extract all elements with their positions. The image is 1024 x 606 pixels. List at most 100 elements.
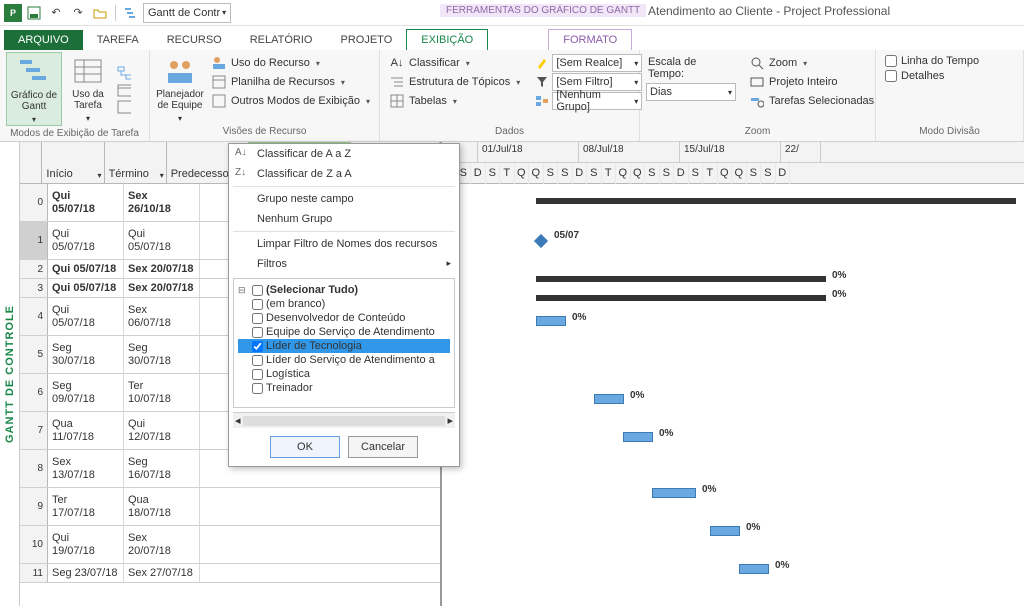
summary-bar[interactable] bbox=[536, 276, 826, 282]
timeline-checkbox[interactable]: Linha do Tempo bbox=[882, 54, 982, 68]
horizontal-scrollbar[interactable]: ◂▸ bbox=[233, 412, 455, 428]
cell-inicio[interactable]: Seg09/07/18 bbox=[48, 374, 124, 411]
row-header[interactable]: 0 bbox=[20, 184, 48, 221]
cell-termino[interactable]: Sex 20/07/18 bbox=[124, 279, 200, 297]
folder-icon[interactable] bbox=[90, 3, 110, 23]
view-dropdown[interactable]: Gantt de Contr▾ bbox=[143, 3, 231, 23]
more-icon[interactable] bbox=[114, 99, 134, 115]
resource-sheet-button[interactable]: Planilha de Recursos▾ bbox=[208, 73, 373, 91]
summary-bar[interactable] bbox=[536, 198, 1016, 204]
cell-inicio[interactable]: Seg 23/07/18 bbox=[48, 564, 124, 582]
row-header[interactable]: 2 bbox=[20, 260, 48, 278]
calendar-icon[interactable] bbox=[114, 82, 134, 98]
row-header[interactable]: 4 bbox=[20, 298, 48, 335]
sort-za[interactable]: Z↓Classificar de Z a A bbox=[229, 164, 459, 184]
row-header[interactable]: 9 bbox=[20, 488, 48, 525]
outline-button[interactable]: Estrutura de Tópicos▾ bbox=[386, 73, 523, 91]
cell-inicio[interactable]: Qua11/07/18 bbox=[48, 412, 124, 449]
filter-item[interactable]: Logística bbox=[238, 367, 450, 381]
undo-icon[interactable]: ↶ bbox=[46, 3, 66, 23]
gantt-chart-button[interactable]: Gráfico de Gantt▾ bbox=[6, 52, 62, 126]
tab-formato[interactable]: FORMATO bbox=[548, 29, 632, 50]
table-row[interactable]: 11Seg 23/07/18Sex 27/07/18 bbox=[20, 564, 440, 583]
group-dropdown[interactable]: [Nenhum Grupo]▾ bbox=[552, 92, 642, 110]
row-header[interactable]: 8 bbox=[20, 450, 48, 487]
cell-inicio[interactable]: Sex13/07/18 bbox=[48, 450, 124, 487]
milestone[interactable] bbox=[534, 234, 548, 248]
cell-termino[interactable]: Qui05/07/18 bbox=[124, 222, 200, 259]
sort-button[interactable]: A↓Classificar▾ bbox=[386, 54, 523, 72]
resource-usage-button[interactable]: Uso do Recurso▾ bbox=[208, 54, 373, 72]
table-row[interactable]: 10Qui19/07/18Sex20/07/18 bbox=[20, 526, 440, 564]
cell-termino[interactable]: Seg16/07/18 bbox=[124, 450, 200, 487]
cell-termino[interactable]: Seg30/07/18 bbox=[124, 336, 200, 373]
highlight-dropdown[interactable]: [Sem Realce]▾ bbox=[552, 54, 642, 72]
details-checkbox[interactable]: Detalhes bbox=[882, 69, 982, 83]
other-views-button[interactable]: Outros Modos de Exibição▾ bbox=[208, 92, 373, 110]
zoom-button[interactable]: Zoom▾ bbox=[746, 54, 877, 72]
task-bar[interactable] bbox=[536, 316, 566, 326]
gantt-mini-icon[interactable] bbox=[121, 3, 141, 23]
filter-item[interactable]: (em branco) bbox=[238, 297, 450, 311]
view-tab-vertical[interactable]: GANTT DE CONTROLE bbox=[0, 142, 20, 606]
filter-item[interactable]: Treinador bbox=[238, 381, 450, 395]
tab-relatorio[interactable]: RELATÓRIO bbox=[236, 30, 327, 50]
cell-inicio[interactable]: Qui19/07/18 bbox=[48, 526, 124, 563]
tab-exibicao[interactable]: EXIBIÇÃO bbox=[406, 29, 488, 50]
cell-termino[interactable]: Qua18/07/18 bbox=[124, 488, 200, 525]
selected-tasks-button[interactable]: Tarefas Selecionadas bbox=[746, 92, 877, 110]
filters-submenu[interactable]: Filtros▸ bbox=[229, 254, 459, 274]
row-header[interactable]: 1 bbox=[20, 222, 48, 259]
filter-item[interactable]: ⊟(Selecionar Tudo) bbox=[238, 283, 450, 297]
table-row[interactable]: 9Ter17/07/18Qua18/07/18 bbox=[20, 488, 440, 526]
filter-item[interactable]: Equipe do Serviço de Atendimento bbox=[238, 325, 450, 339]
cell-inicio[interactable]: Seg30/07/18 bbox=[48, 336, 124, 373]
summary-bar[interactable] bbox=[536, 295, 826, 301]
tab-projeto[interactable]: PROJETO bbox=[327, 30, 407, 50]
filter-tree[interactable]: ⊟(Selecionar Tudo)(em branco)Desenvolved… bbox=[233, 278, 455, 408]
cell-inicio[interactable]: Qui05/07/18 bbox=[48, 184, 124, 221]
task-bar[interactable] bbox=[739, 564, 769, 574]
cell-termino[interactable]: Sex20/07/18 bbox=[124, 526, 200, 563]
tab-tarefa[interactable]: TAREFA bbox=[83, 30, 153, 50]
row-header[interactable]: 11 bbox=[20, 564, 48, 582]
filter-item[interactable]: Líder do Serviço de Atendimento a bbox=[238, 353, 450, 367]
sort-az[interactable]: A↓Classificar de A a Z bbox=[229, 144, 459, 164]
row-header[interactable]: 3 bbox=[20, 279, 48, 297]
task-usage-button[interactable]: Uso da Tarefa▾ bbox=[66, 52, 110, 126]
cell-termino[interactable]: Sex 20/07/18 bbox=[124, 260, 200, 278]
filter-item[interactable]: Desenvolvedor de Conteúdo bbox=[238, 311, 450, 325]
cell-inicio[interactable]: Ter17/07/18 bbox=[48, 488, 124, 525]
row-header[interactable]: 10 bbox=[20, 526, 48, 563]
row-header[interactable]: 5 bbox=[20, 336, 48, 373]
cell-inicio[interactable]: Qui 05/07/18 bbox=[48, 279, 124, 297]
task-bar[interactable] bbox=[710, 526, 740, 536]
task-bar[interactable] bbox=[623, 432, 653, 442]
cell-inicio[interactable]: Qui 05/07/18 bbox=[48, 260, 124, 278]
tab-recurso[interactable]: RECURSO bbox=[153, 30, 236, 50]
col-inicio[interactable]: Início▾ bbox=[42, 142, 104, 183]
row-header[interactable]: 6 bbox=[20, 374, 48, 411]
row-header[interactable]: 7 bbox=[20, 412, 48, 449]
cell-inicio[interactable]: Qui05/07/18 bbox=[48, 298, 124, 335]
ok-button[interactable]: OK bbox=[270, 436, 340, 458]
task-bar[interactable] bbox=[594, 394, 624, 404]
col-termino[interactable]: Término▾ bbox=[105, 142, 167, 183]
cancel-button[interactable]: Cancelar bbox=[348, 436, 418, 458]
timescale-dropdown[interactable]: Dias▾ bbox=[646, 83, 736, 101]
cell-termino[interactable]: Sex 27/07/18 bbox=[124, 564, 200, 582]
cell-termino[interactable]: Ter10/07/18 bbox=[124, 374, 200, 411]
network-icon[interactable] bbox=[114, 65, 134, 81]
redo-icon[interactable]: ↷ bbox=[68, 3, 88, 23]
entire-project-button[interactable]: Projeto Inteiro bbox=[746, 73, 877, 91]
tab-arquivo[interactable]: ARQUIVO bbox=[4, 30, 83, 50]
task-bar[interactable] bbox=[652, 488, 696, 498]
save-icon[interactable] bbox=[24, 3, 44, 23]
tables-button[interactable]: Tabelas▾ bbox=[386, 92, 523, 110]
cell-termino[interactable]: Sex06/07/18 bbox=[124, 298, 200, 335]
group-field[interactable]: Grupo neste campo bbox=[229, 189, 459, 209]
cell-termino[interactable]: Qui12/07/18 bbox=[124, 412, 200, 449]
cell-termino[interactable]: Sex26/10/18 bbox=[124, 184, 200, 221]
team-planner-button[interactable]: Planejador de Equipe▾ bbox=[156, 52, 204, 124]
cell-inicio[interactable]: Qui05/07/18 bbox=[48, 222, 124, 259]
